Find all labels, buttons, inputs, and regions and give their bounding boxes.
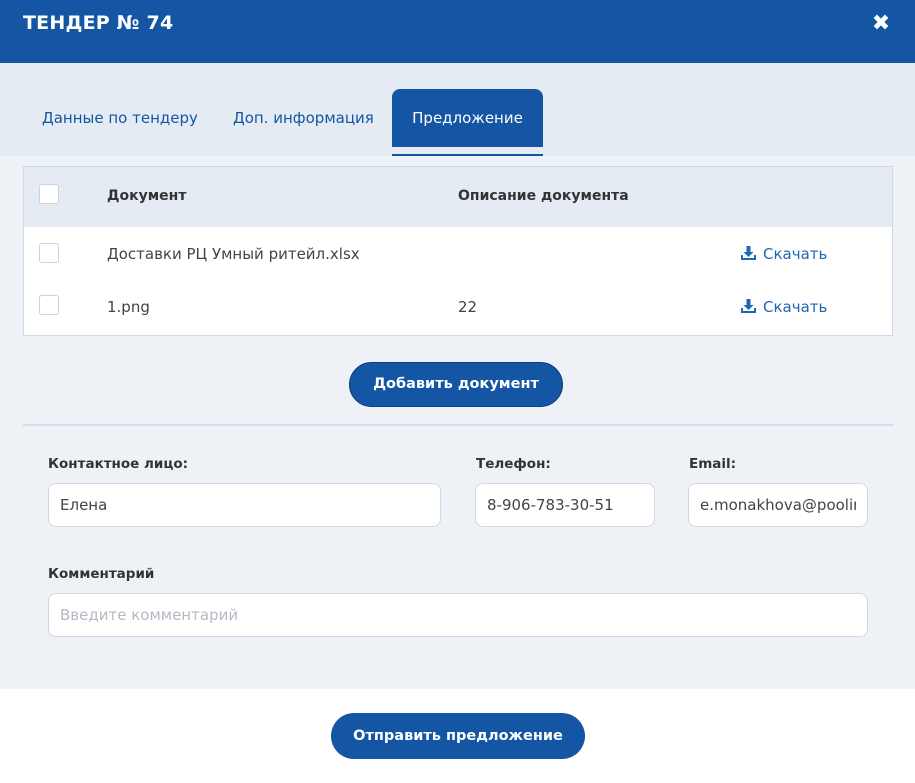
tab-bar: Данные по тендеру Доп. информация Предло… [0, 63, 915, 156]
modal-header: ТЕНДЕР № 74 ✖ [0, 0, 915, 63]
download-icon [740, 245, 757, 266]
document-description: 22 [458, 298, 478, 316]
download-label: Скачать [763, 245, 828, 263]
phone-label: Телефон: [476, 456, 551, 472]
comment-input[interactable] [48, 593, 868, 637]
select-all-checkbox[interactable] [39, 184, 59, 204]
table-row: Доставки РЦ Умный ритейл.xlsx Скачать [24, 227, 892, 281]
tab-additional-info[interactable]: Доп. информация [233, 89, 374, 147]
modal-footer: Отправить предложение [0, 689, 915, 783]
section-divider [23, 424, 893, 426]
active-tab-underline [392, 154, 543, 156]
row-checkbox[interactable] [39, 295, 59, 315]
column-header-document: Документ [107, 188, 187, 204]
phone-input[interactable] [475, 483, 655, 527]
row-checkbox[interactable] [39, 243, 59, 263]
contact-label: Контактное лицо: [48, 456, 189, 472]
documents-table: Документ Описание документа Доставки РЦ … [23, 166, 893, 336]
close-icon[interactable]: ✖ [867, 10, 895, 38]
email-input[interactable] [688, 483, 868, 527]
tender-modal: ТЕНДЕР № 74 ✖ Данные по тендеру Доп. инф… [0, 0, 915, 783]
download-link[interactable]: Скачать [740, 245, 827, 266]
modal-title: ТЕНДЕР № 74 [23, 12, 174, 34]
comment-label: Комментарий [48, 566, 155, 582]
contact-input[interactable] [48, 483, 441, 527]
email-label: Email: [689, 456, 737, 472]
table-row: 1.png 22 Скачать [24, 281, 892, 335]
document-name: 1.png [107, 298, 150, 316]
tab-offer[interactable]: Предложение [392, 89, 543, 147]
download-link[interactable]: Скачать [740, 298, 827, 319]
submit-offer-button[interactable]: Отправить предложение [331, 713, 585, 759]
add-document-button[interactable]: Добавить документ [349, 362, 563, 407]
tab-tender-data[interactable]: Данные по тендеру [42, 89, 198, 147]
download-label: Скачать [763, 298, 828, 316]
download-icon [740, 298, 757, 319]
table-header: Документ Описание документа [24, 167, 892, 227]
column-header-description: Описание документа [458, 188, 629, 204]
document-name: Доставки РЦ Умный ритейл.xlsx [107, 245, 360, 263]
